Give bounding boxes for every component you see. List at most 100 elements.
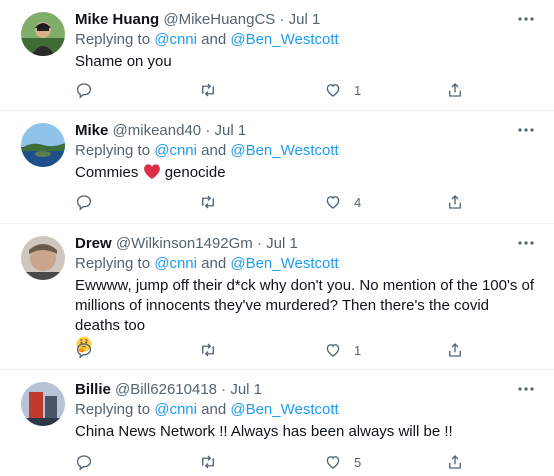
share-icon	[449, 83, 461, 97]
retweet-icon	[202, 83, 214, 97]
retweet-button[interactable]	[199, 452, 217, 472]
retweet-button[interactable]	[199, 340, 217, 360]
tweet-header: Drew @Wilkinson1492Gm · Jul 1	[75, 234, 298, 254]
and-word: and	[201, 401, 227, 418]
replying-to-label: Replying to	[75, 142, 151, 159]
avatar[interactable]	[21, 236, 65, 280]
separator-dot: ·	[256, 235, 262, 252]
avatar[interactable]	[21, 123, 65, 167]
avatar-image	[21, 123, 65, 167]
share-button[interactable]	[446, 80, 464, 100]
display-name[interactable]: Drew	[75, 235, 112, 252]
retweet-button[interactable]	[199, 192, 217, 212]
tweet-text-line: Ewwww, jump off their d*ck why don't you…	[75, 277, 535, 294]
tweet-actions: 4	[75, 192, 475, 212]
like-icon	[326, 456, 340, 469]
tweet-actions: 1	[75, 340, 475, 360]
mention-link[interactable]: @Ben_Westcott	[230, 142, 338, 159]
display-name[interactable]: Billie	[75, 381, 111, 398]
timestamp[interactable]: Jul 1	[230, 381, 262, 398]
tweet-header: Mike Huang @MikeHuangCS · Jul 1	[75, 10, 320, 30]
reply-icon	[76, 195, 92, 211]
timestamp[interactable]: Jul 1	[266, 235, 298, 252]
display-name[interactable]: Mike	[75, 122, 108, 139]
mention-link[interactable]: @cnni	[154, 31, 197, 48]
reply-icon	[76, 343, 92, 359]
more-icon[interactable]	[516, 123, 536, 137]
replying-to: Replying to @cnni and @Ben_Westcott	[75, 400, 339, 420]
like-icon	[326, 196, 340, 209]
reply-icon	[76, 83, 92, 99]
like-count: 5	[354, 454, 362, 470]
like-button[interactable]: 1	[324, 80, 361, 100]
reply-button[interactable]	[75, 80, 93, 100]
separator-dot: ·	[279, 11, 285, 28]
like-icon	[326, 344, 340, 357]
more-icon[interactable]	[516, 12, 536, 26]
share-icon	[449, 343, 461, 357]
tweet-replies-feed: Mike Huang @MikeHuangCS · Jul 1 Replying…	[0, 0, 554, 476]
user-handle[interactable]: @mikeand40	[113, 122, 202, 139]
retweet-icon	[202, 195, 214, 209]
user-handle[interactable]: @Bill62610418	[115, 381, 217, 398]
red-heart-emoji-icon	[143, 164, 160, 179]
tweet-text-part: Commies	[75, 164, 139, 181]
tweet-1[interactable]: Mike Huang @MikeHuangCS · Jul 1 Replying…	[0, 0, 554, 111]
tweet-text-part: genocide	[164, 164, 226, 181]
like-button[interactable]: 5	[324, 452, 361, 472]
display-name[interactable]: Mike Huang	[75, 11, 159, 28]
replying-to-label: Replying to	[75, 255, 151, 272]
replying-to: Replying to @cnni and @Ben_Westcott	[75, 141, 339, 161]
replying-to: Replying to @cnni and @Ben_Westcott	[75, 30, 339, 50]
reply-icon	[76, 455, 92, 471]
share-button[interactable]	[446, 452, 464, 472]
tweet-header: Mike @mikeand40 · Jul 1	[75, 121, 246, 141]
retweet-icon	[202, 455, 214, 469]
tweet-text-line: millions of innocents they've murdered? …	[75, 297, 490, 334]
share-icon	[449, 195, 461, 209]
mention-link[interactable]: @cnni	[154, 142, 197, 159]
reply-button[interactable]	[75, 340, 93, 360]
replying-to-label: Replying to	[75, 401, 151, 418]
avatar-image	[21, 12, 65, 56]
share-button[interactable]	[446, 340, 464, 360]
reply-button[interactable]	[75, 452, 93, 472]
more-icon[interactable]	[516, 236, 536, 250]
mention-link[interactable]: @cnni	[154, 255, 197, 272]
tweet-4[interactable]: Billie @Bill62610418 · Jul 1 Replying to…	[0, 370, 554, 476]
user-handle[interactable]: @MikeHuangCS	[163, 11, 275, 28]
like-count: 1	[354, 82, 362, 98]
tweet-2[interactable]: Mike @mikeand40 · Jul 1 Replying to @cnn…	[0, 111, 554, 224]
share-icon	[449, 455, 461, 469]
like-count: 4	[354, 194, 362, 210]
like-button[interactable]: 4	[324, 192, 361, 212]
and-word: and	[201, 31, 227, 48]
reply-button[interactable]	[75, 192, 93, 212]
like-button[interactable]: 1	[324, 340, 361, 360]
share-button[interactable]	[446, 192, 464, 212]
tweet-header: Billie @Bill62610418 · Jul 1	[75, 380, 262, 400]
mention-link[interactable]: @Ben_Westcott	[230, 31, 338, 48]
avatar[interactable]	[21, 12, 65, 56]
replying-to: Replying to @cnni and @Ben_Westcott	[75, 254, 339, 274]
more-icon[interactable]	[516, 382, 536, 396]
tweet-actions: 1	[75, 80, 475, 100]
timestamp[interactable]: Jul 1	[214, 122, 246, 139]
avatar-image	[21, 382, 65, 426]
separator-dot: ·	[205, 122, 211, 139]
retweet-button[interactable]	[199, 80, 217, 100]
and-word: and	[201, 255, 227, 272]
timestamp[interactable]: Jul 1	[289, 11, 321, 28]
avatar-image	[21, 236, 65, 280]
separator-dot: ·	[221, 381, 227, 398]
mention-link[interactable]: @Ben_Westcott	[230, 255, 338, 272]
tweet-actions: 5	[75, 452, 475, 472]
tweet-text: Shame on you	[75, 53, 172, 70]
tweet-3[interactable]: Drew @Wilkinson1492Gm · Jul 1 Replying t…	[0, 224, 554, 370]
user-handle[interactable]: @Wilkinson1492Gm	[116, 235, 253, 252]
mention-link[interactable]: @Ben_Westcott	[230, 401, 338, 418]
replying-to-label: Replying to	[75, 31, 151, 48]
and-word: and	[201, 142, 227, 159]
avatar[interactable]	[21, 382, 65, 426]
mention-link[interactable]: @cnni	[154, 401, 197, 418]
